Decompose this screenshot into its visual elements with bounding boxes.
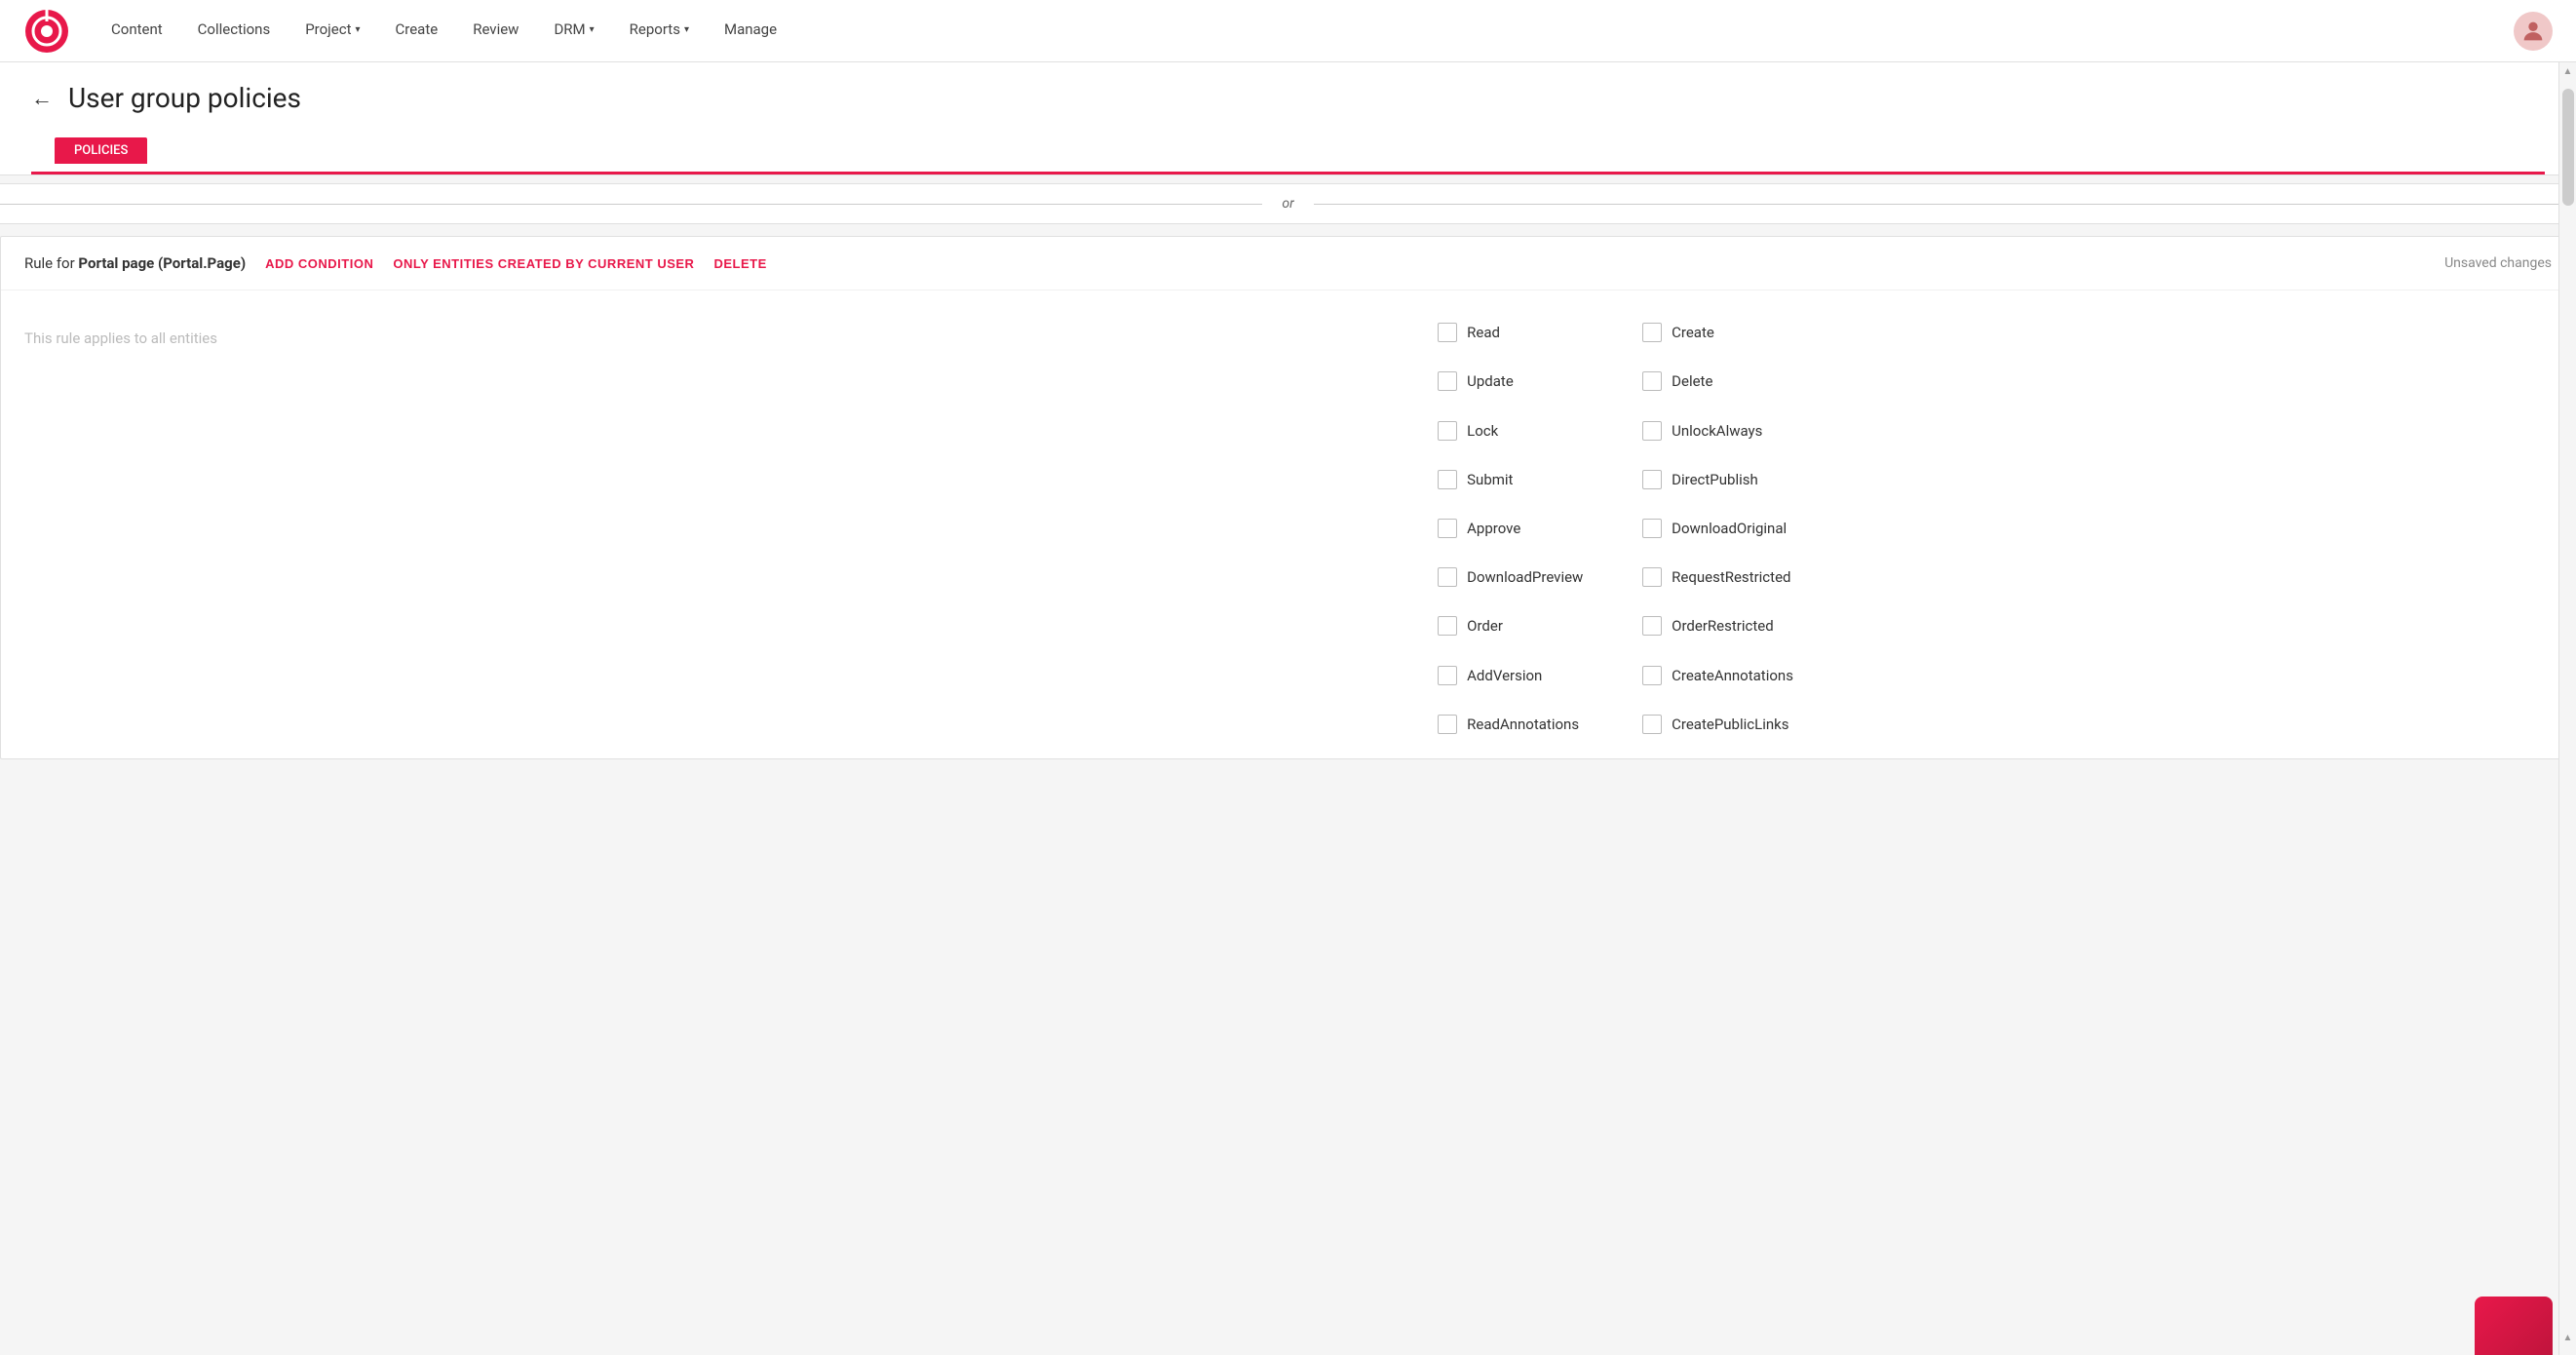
permission-label-submit: Submit xyxy=(1467,471,1513,488)
permission-label-delete: Delete xyxy=(1672,372,1712,390)
permission-label-create_public_links: CreatePublicLinks xyxy=(1672,716,1788,733)
permission-label-direct_publish: DirectPublish xyxy=(1672,471,1758,488)
permission-label-order: Order xyxy=(1467,617,1503,635)
permission-item-request_restricted: RequestRestricted xyxy=(1642,559,1808,596)
permission-checkbox-create_public_links[interactable] xyxy=(1642,715,1662,734)
permission-checkbox-approve[interactable] xyxy=(1438,519,1457,538)
permission-checkbox-delete[interactable] xyxy=(1642,371,1662,391)
scrollbar[interactable]: ▲ ▲ xyxy=(2558,62,2576,1355)
permission-item-order: Order xyxy=(1438,607,1603,644)
permission-label-order_restricted: OrderRestricted xyxy=(1672,617,1774,635)
permission-checkbox-read[interactable] xyxy=(1438,323,1457,342)
permission-checkbox-request_restricted[interactable] xyxy=(1642,567,1662,587)
divider-line-left xyxy=(0,204,1262,205)
permission-item-approve: Approve xyxy=(1438,510,1603,547)
app-logo[interactable] xyxy=(23,8,70,55)
permission-label-add_version: AddVersion xyxy=(1467,667,1542,684)
nav-item-collections[interactable]: Collections xyxy=(180,0,288,62)
rule-card: Rule for Portal page (Portal.Page) ADD C… xyxy=(0,236,2576,759)
permission-checkbox-submit[interactable] xyxy=(1438,470,1457,489)
overlay-card xyxy=(2475,1297,2553,1355)
permission-checkbox-direct_publish[interactable] xyxy=(1642,470,1662,489)
scroll-down-arrow[interactable]: ▲ xyxy=(2559,1329,2576,1347)
permission-item-add_version: AddVersion xyxy=(1438,657,1603,694)
rule-for-label: Rule for Portal page (Portal.Page) xyxy=(24,254,246,272)
back-button[interactable]: ← xyxy=(31,86,53,111)
nav-item-content[interactable]: Content xyxy=(94,0,180,62)
permission-item-download_original: DownloadOriginal xyxy=(1642,510,1808,547)
unsaved-changes-label: Unsaved changes xyxy=(2444,255,2552,271)
nav-item-review[interactable]: Review xyxy=(455,0,536,62)
navbar: Content Collections Project ▾ Create Rev… xyxy=(0,0,2576,62)
permission-item-direct_publish: DirectPublish xyxy=(1642,461,1808,498)
permission-label-read: Read xyxy=(1467,324,1500,341)
permission-checkbox-create_annotations[interactable] xyxy=(1642,666,1662,685)
tab-bar-previous: POLICIES xyxy=(31,130,2545,174)
permission-checkbox-unlock_always[interactable] xyxy=(1642,421,1662,441)
main-content: or Rule for Portal page (Portal.Page) AD… xyxy=(0,183,2576,759)
permission-label-approve: Approve xyxy=(1467,520,1520,537)
scroll-thumb[interactable] xyxy=(2562,89,2574,206)
page-title: User group policies xyxy=(68,82,301,114)
delete-rule-button[interactable]: DELETE xyxy=(713,256,766,271)
nav-item-project[interactable]: Project ▾ xyxy=(288,0,377,62)
or-divider: or xyxy=(0,183,2576,224)
permission-checkbox-order_restricted[interactable] xyxy=(1642,616,1662,636)
permissions-grid: Read Create Update Delete Lock UnlockAlways Su… xyxy=(1438,306,1808,743)
permission-checkbox-create[interactable] xyxy=(1642,323,1662,342)
permission-label-download_preview: DownloadPreview xyxy=(1467,568,1583,586)
permission-item-submit: Submit xyxy=(1438,461,1603,498)
nav-item-manage[interactable]: Manage xyxy=(707,0,794,62)
chevron-down-icon: ▾ xyxy=(684,24,689,35)
permission-checkbox-add_version[interactable] xyxy=(1438,666,1457,685)
permission-checkbox-order[interactable] xyxy=(1438,616,1457,636)
rule-placeholder-text: This rule applies to all entities xyxy=(24,314,217,347)
permission-item-lock: Lock xyxy=(1438,411,1603,448)
rule-body: This rule applies to all entities Read Cr… xyxy=(1,290,2575,758)
permission-item-update: Update xyxy=(1438,363,1603,400)
nav-item-create[interactable]: Create xyxy=(378,0,456,62)
permission-checkbox-lock[interactable] xyxy=(1438,421,1457,441)
permission-checkbox-download_original[interactable] xyxy=(1642,519,1662,538)
permission-item-read_annotations: ReadAnnotations xyxy=(1438,706,1603,743)
permission-label-request_restricted: RequestRestricted xyxy=(1672,568,1790,586)
permission-checkbox-download_preview[interactable] xyxy=(1438,567,1457,587)
add-condition-button[interactable]: ADD CONDITION xyxy=(265,256,373,271)
permission-label-lock: Lock xyxy=(1467,422,1498,440)
divider-line-right xyxy=(1314,204,2576,205)
permission-label-create_annotations: CreateAnnotations xyxy=(1672,667,1793,684)
permission-label-create: Create xyxy=(1672,324,1714,341)
nav-menu: Content Collections Project ▾ Create Rev… xyxy=(94,0,2514,62)
chevron-down-icon: ▾ xyxy=(355,24,360,35)
nav-item-drm[interactable]: DRM ▾ xyxy=(536,0,611,62)
permission-item-create_annotations: CreateAnnotations xyxy=(1642,657,1808,694)
page-header: ← User group policies POLICIES xyxy=(0,62,2576,175)
rule-conditions: This rule applies to all entities xyxy=(24,306,1414,743)
user-avatar[interactable] xyxy=(2514,12,2553,51)
permission-label-read_annotations: ReadAnnotations xyxy=(1467,716,1579,733)
permission-label-download_original: DownloadOriginal xyxy=(1672,520,1787,537)
rule-header: Rule for Portal page (Portal.Page) ADD C… xyxy=(1,237,2575,290)
permission-label-update: Update xyxy=(1467,372,1514,390)
permission-item-create_public_links: CreatePublicLinks xyxy=(1642,706,1808,743)
chevron-down-icon: ▾ xyxy=(590,24,595,35)
only-entities-button[interactable]: ONLY ENTITIES CREATED BY CURRENT USER xyxy=(393,256,694,271)
permission-checkbox-read_annotations[interactable] xyxy=(1438,715,1457,734)
permission-item-read: Read xyxy=(1438,314,1603,351)
permission-checkbox-update[interactable] xyxy=(1438,371,1457,391)
permission-item-delete: Delete xyxy=(1642,363,1808,400)
permission-item-create: Create xyxy=(1642,314,1808,351)
permission-label-unlock_always: UnlockAlways xyxy=(1672,422,1762,440)
nav-item-reports[interactable]: Reports ▾ xyxy=(612,0,707,62)
permission-item-unlock_always: UnlockAlways xyxy=(1642,411,1808,448)
or-text: or xyxy=(1262,196,1313,212)
scroll-up-arrow[interactable]: ▲ xyxy=(2559,62,2576,81)
rule-entity-name: Portal page (Portal.Page) xyxy=(78,254,246,272)
permission-item-order_restricted: OrderRestricted xyxy=(1642,607,1808,644)
permission-item-download_preview: DownloadPreview xyxy=(1438,559,1603,596)
tab-policies[interactable]: POLICIES xyxy=(55,137,147,164)
